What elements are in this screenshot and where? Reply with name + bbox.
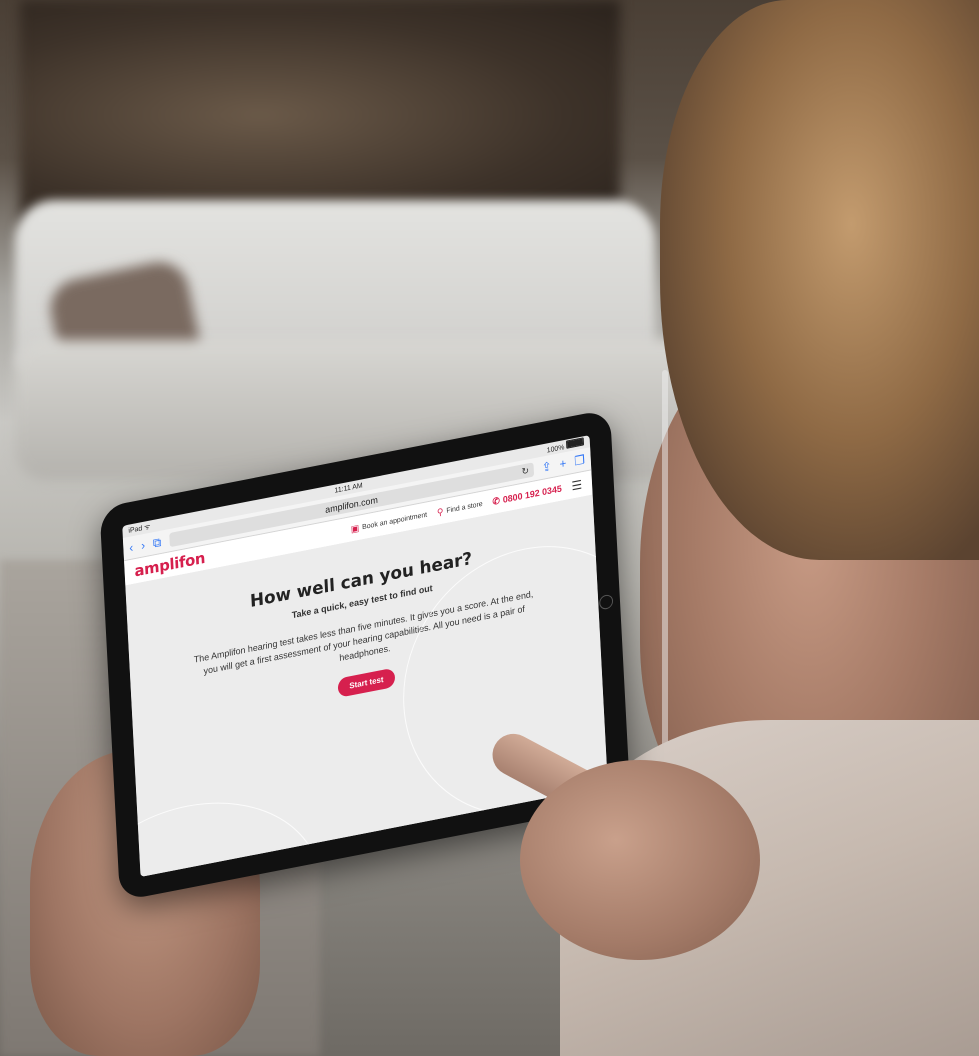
location-pin-icon: ⚲ [436,505,444,518]
phone-icon: ✆ [492,494,501,507]
chevron-right-icon[interactable]: › [141,538,146,553]
start-test-button[interactable]: Start test [337,667,396,698]
earphone-wire [662,370,668,790]
calendar-icon: ▣ [350,522,360,534]
wall-picture [20,0,620,230]
decorative-arc-bottom [122,780,327,877]
home-button[interactable] [598,593,614,611]
woman-hair [660,0,979,560]
book-icon[interactable]: ⧉ [152,534,161,551]
share-icon[interactable]: ⇪ [541,459,552,475]
url-text: amplifon.com [324,494,379,515]
menu-icon[interactable]: ☰ [571,477,582,493]
right-hand [520,760,760,960]
find-store-link[interactable]: ⚲ Find a store [437,498,483,518]
battery-icon [565,437,585,449]
find-store-label: Find a store [446,500,483,515]
chevron-left-icon[interactable]: ‹ [129,540,134,555]
reload-icon[interactable]: ↻ [521,465,529,478]
photo-scene: iPad ᯤ 11:11 AM 100% ‹ › ⧉ amplifon.com … [0,0,979,1056]
tabs-icon[interactable]: ❐ [574,452,585,468]
plus-icon[interactable]: + [559,456,567,471]
